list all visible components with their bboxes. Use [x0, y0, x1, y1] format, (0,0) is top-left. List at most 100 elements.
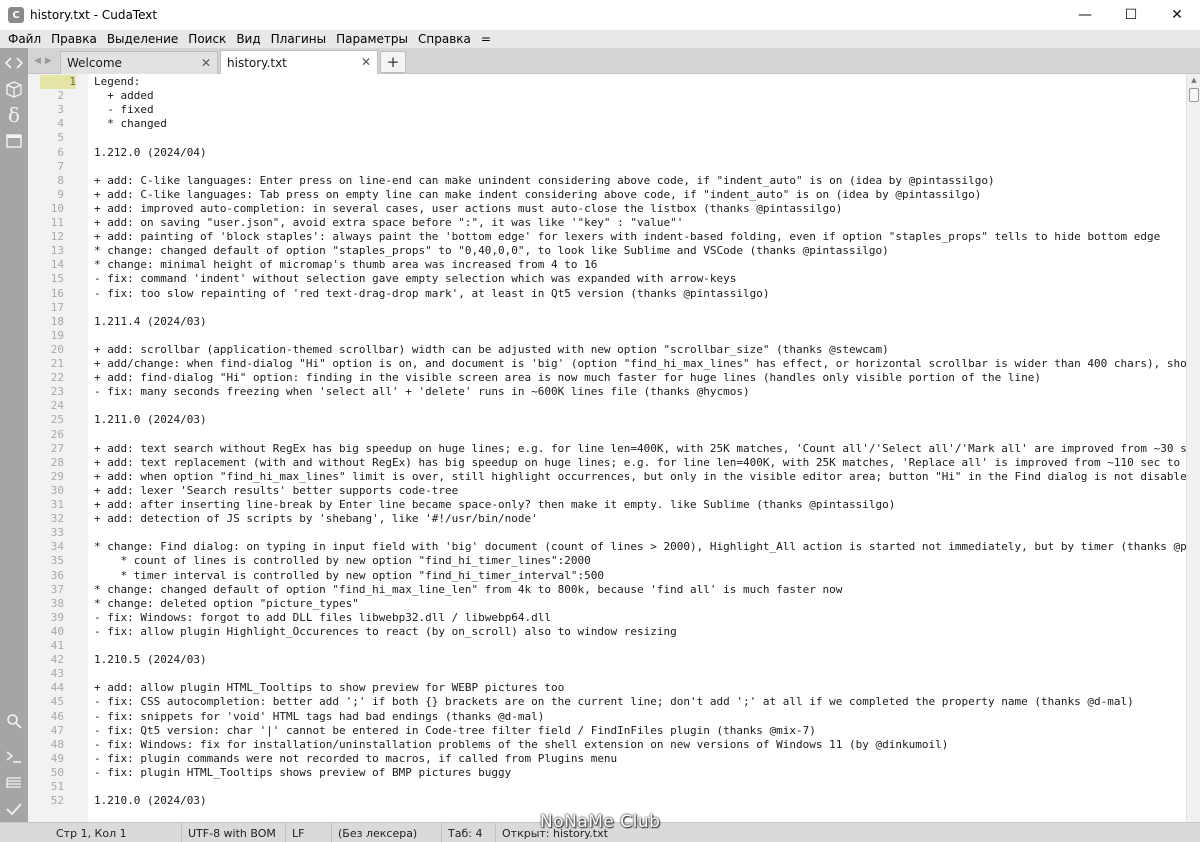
menu-item[interactable]: Правка	[47, 32, 101, 46]
editor-line: 20 + add: scrollbar (application-themed s…	[28, 343, 1186, 357]
line-text: * change: Find dialog: on typing in inpu…	[94, 540, 1186, 554]
line-number: 52	[50, 794, 64, 808]
line-number: 7	[57, 159, 64, 173]
status-line-ending[interactable]: LF	[286, 823, 332, 842]
line-number: 8	[57, 173, 64, 187]
tab-history[interactable]: history.txt ✕	[220, 50, 378, 75]
vertical-scrollbar[interactable]: ▲	[1186, 74, 1200, 822]
menu-item[interactable]: Вид	[232, 32, 264, 46]
editor-line: 39 - fix: Windows: forgot to add DLL file…	[28, 611, 1186, 625]
menu-item[interactable]: Параметры	[332, 32, 412, 46]
line-number: 24	[50, 399, 64, 413]
editor-line: 43	[28, 667, 1186, 681]
menu-item[interactable]: =	[477, 32, 495, 46]
tab-close-icon[interactable]: ✕	[201, 56, 211, 70]
line-number: 46	[50, 709, 64, 723]
editor-line: 9 + add: C-like languages: Tab press on e…	[28, 188, 1186, 202]
line-text: - fix: Windows: fix for installation/uni…	[94, 737, 949, 751]
maximize-button[interactable]: ☐	[1108, 0, 1154, 30]
minimize-icon: —	[1078, 7, 1092, 23]
editor-line: 8 + add: C-like languages: Enter press on…	[28, 174, 1186, 188]
editor-line: 47 - fix: Qt5 version: char '|' cannot be…	[28, 724, 1186, 738]
line-text: - fix: Windows: forgot to add DLL files …	[94, 610, 551, 624]
close-button[interactable]: ✕	[1154, 0, 1200, 30]
tabs-panel-icon[interactable]	[0, 128, 28, 154]
minimize-button[interactable]: —	[1062, 0, 1108, 30]
line-number: 25	[50, 413, 64, 427]
line-number: 1	[40, 75, 76, 90]
line-text: + add: allow plugin HTML_Tooltips to sho…	[94, 681, 565, 695]
tab-label: history.txt	[227, 56, 287, 70]
line-number: 11	[50, 216, 64, 229]
line-text: 1.211.4 (2024/03)	[94, 314, 207, 328]
side-panel: δ	[0, 48, 28, 822]
editor-line: 4 * changed	[28, 117, 1186, 131]
tab-close-icon[interactable]: ✕	[361, 55, 371, 69]
line-text: + add: find-dialog "Hi" option: finding …	[94, 371, 1042, 385]
editor-line: 42 1.210.5 (2024/03)	[28, 653, 1186, 667]
line-text: * timer interval is controlled by new op…	[94, 568, 604, 582]
editor-line: 23 - fix: many seconds freezing when 'sel…	[28, 385, 1186, 399]
line-number: 4	[57, 117, 64, 131]
window-controls: — ☐ ✕	[1062, 0, 1200, 30]
add-tab-button[interactable]: +	[380, 51, 406, 73]
line-text: + add: on saving "user.json", avoid extr…	[94, 216, 684, 229]
line-text: + add: lexer 'Search results' better sup…	[94, 483, 459, 497]
status-lexer[interactable]: (Без лексера)	[332, 823, 442, 842]
editor-line: 46 - fix: snippets for 'void' HTML tags h…	[28, 710, 1186, 724]
menu-item[interactable]: Файл	[4, 32, 45, 46]
line-text: - fix: Qt5 version: char '|' cannot be e…	[94, 723, 816, 737]
editor-line: 35 * count of lines is controlled by new…	[28, 554, 1186, 568]
window-title: history.txt - CudaText	[30, 8, 158, 22]
line-text: 1.212.0 (2024/04)	[94, 145, 207, 159]
menu-item[interactable]: Поиск	[184, 32, 230, 46]
line-number: 34	[50, 540, 64, 554]
line-number: 18	[50, 314, 64, 328]
editor-line: 12 + add: painting of 'block staples': al…	[28, 230, 1186, 244]
tab-label: Welcome	[67, 56, 122, 70]
tab-nav-arrows-icon[interactable]: ◀▶	[34, 48, 56, 74]
validate-icon[interactable]	[0, 796, 28, 822]
line-number: 32	[50, 512, 64, 526]
close-icon: ✕	[1171, 7, 1183, 23]
menu-item[interactable]: Плагины	[267, 32, 330, 46]
editor-line: 16 - fix: too slow repainting of 'red tex…	[28, 287, 1186, 301]
line-number: 28	[50, 455, 64, 469]
line-text: * count of lines is controlled by new op…	[94, 554, 591, 568]
output-icon[interactable]	[0, 770, 28, 796]
menu-item[interactable]: Выделение	[103, 32, 182, 46]
editor-area[interactable]: 1 Legend: 2 + added 3 - fixed 4 * changed 5 6 1…	[28, 74, 1186, 822]
editor-line: 50 - fix: plugin HTML_Tooltips shows prev…	[28, 766, 1186, 780]
line-number: 31	[50, 498, 64, 511]
line-number: 22	[50, 371, 64, 385]
line-number: 45	[50, 695, 64, 709]
line-text: 1.210.5 (2024/03)	[94, 653, 207, 667]
editor-line: 34 * change: Find dialog: on typing in in…	[28, 540, 1186, 554]
line-number: 42	[50, 653, 64, 667]
console-icon[interactable]	[0, 744, 28, 770]
line-number: 15	[50, 272, 64, 286]
line-text: * change: minimal height of micromap's t…	[94, 258, 598, 272]
editor-line: 1 Legend:	[28, 75, 1186, 90]
editor-line: 33	[28, 526, 1186, 540]
line-number: 50	[50, 765, 64, 779]
editor-line: 6 1.212.0 (2024/04)	[28, 146, 1186, 160]
line-text: + add: C-like languages: Tab press on em…	[94, 187, 982, 201]
menu-item[interactable]: Справка	[414, 32, 475, 46]
line-number: 17	[50, 300, 64, 314]
status-tab-size[interactable]: Таб: 4	[442, 823, 496, 842]
line-text: 1.210.0 (2024/03)	[94, 794, 207, 808]
line-text: - fix: CSS autocompletion: better add ';…	[94, 695, 1134, 709]
search-icon[interactable]	[0, 708, 28, 734]
status-encoding[interactable]: UTF-8 with BOM	[182, 823, 286, 842]
scroll-thumb[interactable]	[1189, 88, 1199, 102]
delta-icon[interactable]: δ	[0, 102, 28, 128]
line-number: 44	[50, 681, 64, 695]
line-number: 43	[50, 667, 64, 681]
code-tree-icon[interactable]	[0, 50, 28, 76]
scroll-up-icon[interactable]: ▲	[1187, 74, 1200, 86]
status-position[interactable]: Стр 1, Кол 1	[50, 823, 182, 842]
line-number: 41	[50, 639, 64, 652]
tab-welcome[interactable]: Welcome ✕	[60, 51, 218, 74]
project-icon[interactable]	[0, 76, 28, 102]
